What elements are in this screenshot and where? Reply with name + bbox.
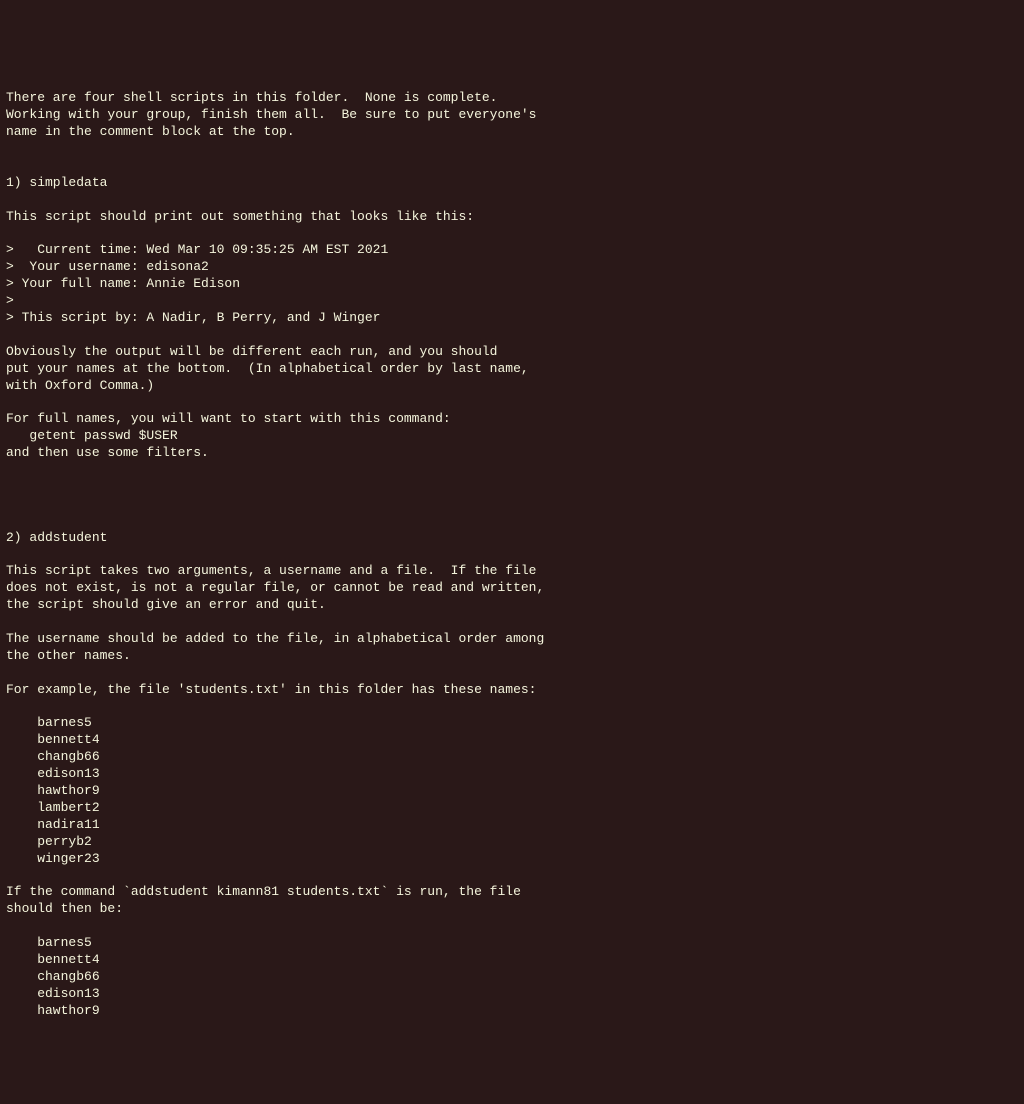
section1-explanation1: Obviously the output will be different e…: [6, 344, 529, 393]
section1-example: > Current time: Wed Mar 10 09:35:25 AM E…: [6, 242, 388, 325]
intro-text: There are four shell scripts in this fol…: [6, 90, 537, 139]
terminal-output: There are four shell scripts in this fol…: [6, 74, 1018, 1020]
section2-example-list2: barnes5 bennett4 changb66 edison13 hawth…: [6, 935, 100, 1018]
section1-explanation2: For full names, you will want to start w…: [6, 411, 451, 460]
section2-header: 2) addstudent: [6, 530, 107, 545]
section1-header: 1) simpledata: [6, 175, 107, 190]
section2-example-command: If the command `addstudent kimann81 stud…: [6, 884, 521, 916]
section2-description: This script takes two arguments, a usern…: [6, 563, 544, 612]
section2-example-intro: For example, the file 'students.txt' in …: [6, 682, 537, 697]
section2-explanation1: The username should be added to the file…: [6, 631, 544, 663]
section2-example-list1: barnes5 bennett4 changb66 edison13 hawth…: [6, 715, 100, 865]
section1-description: This script should print out something t…: [6, 209, 474, 224]
